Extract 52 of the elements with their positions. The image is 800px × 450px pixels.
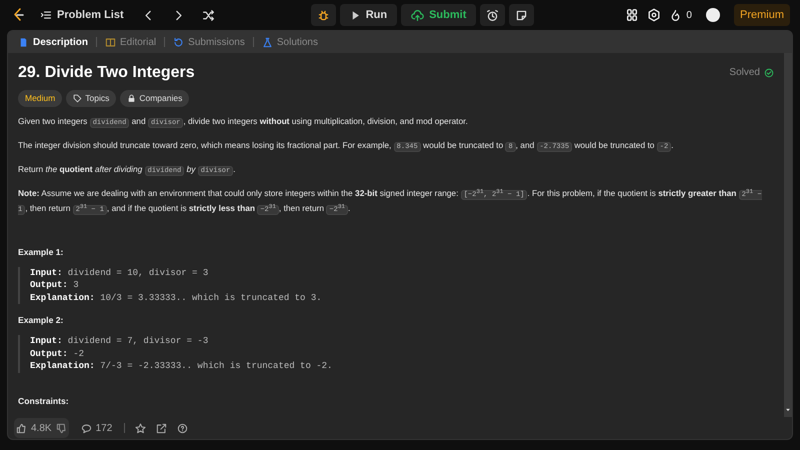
example-line: Input: dividend = 10, divisor = 3	[30, 266, 210, 280]
tab[interactable]: Editorial	[103, 34, 158, 50]
help-icon[interactable]	[177, 422, 188, 434]
problem-title: 29. Divide Two Integers	[18, 63, 195, 82]
tab[interactable]: Submissions	[171, 34, 247, 50]
example-heading: Example 2:	[18, 314, 64, 328]
streak-count: 0	[686, 8, 692, 22]
premium-button[interactable]: Premium	[734, 4, 790, 26]
thumbs-down-icon	[56, 422, 67, 434]
comment-icon	[80, 422, 92, 434]
star-icon[interactable]	[135, 422, 146, 434]
thumbs-up-icon	[16, 422, 27, 434]
debug-button[interactable]	[310, 4, 336, 26]
bug-icon	[316, 8, 330, 22]
avatar[interactable]	[706, 8, 720, 22]
shuffle-icon	[202, 8, 216, 22]
constraints-heading: Constraints:	[18, 394, 70, 408]
difficulty-tag: Medium	[18, 90, 62, 107]
history-icon	[173, 36, 184, 48]
problem-list-button[interactable]: Problem List	[34, 4, 130, 26]
note-button[interactable]	[509, 4, 534, 26]
settings-icon[interactable]	[647, 8, 662, 22]
alarm-button[interactable]	[480, 4, 506, 26]
example-line: Explanation: 10/3 = 3.33333.. which is truncated to 3.	[30, 292, 323, 304]
flame-icon[interactable]	[669, 8, 682, 22]
run-button[interactable]: Run	[340, 4, 398, 26]
tag-icon	[73, 94, 82, 104]
check-circle-icon	[764, 68, 774, 78]
submit-button[interactable]: Submit	[401, 4, 476, 26]
book-icon	[105, 36, 116, 48]
alarm-clock-icon	[486, 8, 500, 22]
cloud-upload-icon	[411, 8, 424, 22]
solved-status: Solved	[729, 66, 760, 80]
note-icon	[515, 8, 528, 22]
topics-button[interactable]: Topics	[66, 90, 116, 107]
example-line: Explanation: 7/-3 = -2.33333.. which is truncated to -2.	[30, 360, 334, 373]
companies-button[interactable]: Companies	[120, 90, 190, 107]
document-icon	[18, 36, 29, 48]
scrollbar[interactable]	[784, 53, 792, 417]
example-line: Input: dividend = 7, divisor = -3	[30, 335, 210, 348]
example-heading: Example 1:	[18, 246, 64, 259]
example-line: Output: -2	[30, 348, 86, 360]
tab[interactable]: Description	[16, 34, 90, 50]
lock-icon	[127, 94, 136, 104]
example-line: Output: 3	[30, 279, 80, 292]
grid-icon[interactable]	[625, 8, 640, 22]
flask-icon	[262, 36, 273, 48]
list-icon	[40, 9, 52, 21]
comments-button[interactable]: 172	[78, 420, 114, 436]
scroll-down-icon[interactable]	[785, 407, 791, 413]
tab[interactable]: Solutions	[260, 34, 320, 50]
share-icon[interactable]	[156, 422, 168, 434]
